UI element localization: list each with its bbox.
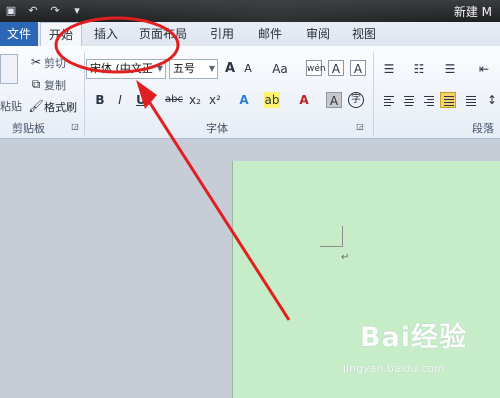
character-border-icon[interactable]: A xyxy=(328,60,344,76)
blurred-region xyxy=(90,0,460,22)
baidu-watermark-logo: Bai经验 xyxy=(360,322,468,353)
multilevel-list-icon[interactable]: ☰ xyxy=(442,61,458,77)
paragraph-group-label: 段落 xyxy=(472,122,494,135)
enclose-characters-icon[interactable]: 字 xyxy=(348,92,364,108)
font-size-value: 五号 xyxy=(173,62,195,75)
distributed-icon[interactable] xyxy=(462,92,478,108)
save-icon[interactable]: ▣ xyxy=(4,4,18,18)
cut-button[interactable]: 剪切 xyxy=(44,55,66,71)
paragraph-mark: ↵ xyxy=(341,252,350,263)
font-group-label: 字体 xyxy=(206,122,228,135)
chevron-down-icon: ▼ xyxy=(208,64,215,73)
ribbon-tabs: 文件 开始 插入 页面布局 引用 邮件 审阅 视图 xyxy=(0,22,500,47)
undo-icon[interactable]: ↶ xyxy=(26,4,40,18)
italic-icon[interactable]: I xyxy=(112,92,128,108)
paste-icon[interactable] xyxy=(0,54,18,84)
bullets-icon[interactable]: ☰ xyxy=(381,61,397,77)
window-title: 新建 M xyxy=(453,5,492,19)
grow-font-icon[interactable]: A xyxy=(222,61,238,77)
superscript-icon[interactable]: x² xyxy=(207,92,223,108)
highlight-icon[interactable]: ab xyxy=(264,92,280,108)
redo-icon[interactable]: ↷ xyxy=(48,4,62,18)
margin-corner-marker xyxy=(320,226,343,247)
change-case-icon[interactable]: Aa xyxy=(270,61,290,77)
copy-icon: ⧉ xyxy=(31,77,41,91)
justify-icon[interactable] xyxy=(440,92,456,108)
clipboard-dialog-launcher-icon[interactable]: ◲ xyxy=(70,122,80,132)
title-bar: ▣ ↶ ↷ ▾ 新建 M xyxy=(0,0,500,22)
font-name-value: 宋体 (中文正 xyxy=(90,62,153,75)
quick-access-toolbar: ▣ ↶ ↷ ▾ xyxy=(0,0,84,22)
cut-icon: ✂ xyxy=(30,55,42,69)
tab-file[interactable]: 文件 xyxy=(0,22,38,46)
font-size-combo[interactable]: 五号 ▼ xyxy=(169,59,218,79)
paste-button[interactable]: 粘贴 xyxy=(0,98,22,114)
strikethrough-icon[interactable]: abc xyxy=(163,92,185,108)
character-shading-icon[interactable]: A xyxy=(326,92,342,108)
tab-home[interactable]: 开始 xyxy=(40,22,82,46)
line-spacing-icon[interactable]: ↕ xyxy=(484,92,500,108)
underline-icon[interactable]: U xyxy=(133,92,149,108)
tab-insert[interactable]: 插入 xyxy=(86,22,126,46)
tab-page-layout[interactable]: 页面布局 xyxy=(134,22,192,46)
ribbon: 粘贴 ✂ 剪切 ⧉ 复制 🖌 格式刷 剪贴板 ◲ 宋体 (中文正 ▼ 五号 ▼ … xyxy=(0,46,500,139)
font-name-combo[interactable]: 宋体 (中文正 ▼ xyxy=(86,59,166,79)
tab-references[interactable]: 引用 xyxy=(202,22,242,46)
tab-mailings[interactable]: 邮件 xyxy=(250,22,290,46)
customize-qat-icon[interactable]: ▾ xyxy=(70,4,84,18)
baidu-watermark-url: jingyan.baidu.com xyxy=(343,362,445,375)
phonetic-guide-icon[interactable]: wén xyxy=(306,60,326,76)
subscript-icon[interactable]: x₂ xyxy=(187,92,203,108)
tab-view[interactable]: 视图 xyxy=(344,22,384,46)
font-color-icon[interactable]: A xyxy=(296,92,312,108)
align-center-icon[interactable] xyxy=(400,92,416,108)
align-right-icon[interactable] xyxy=(420,92,436,108)
text-box-icon[interactable]: A xyxy=(350,60,366,76)
bold-icon[interactable]: B xyxy=(92,92,108,108)
numbering-icon[interactable]: ☷ xyxy=(411,61,427,77)
group-separator xyxy=(373,52,374,136)
format-painter-button[interactable]: 格式刷 xyxy=(44,99,77,115)
format-painter-icon: 🖌 xyxy=(28,99,44,113)
font-dialog-launcher-icon[interactable]: ◲ xyxy=(355,122,365,132)
tab-review[interactable]: 审阅 xyxy=(298,22,338,46)
copy-button[interactable]: 复制 xyxy=(44,77,66,93)
text-effects-icon[interactable]: A xyxy=(236,92,252,108)
align-left-icon[interactable] xyxy=(380,92,396,108)
group-separator xyxy=(84,52,85,136)
decrease-indent-icon[interactable]: ⇤ xyxy=(476,61,492,77)
shrink-font-icon[interactable]: A xyxy=(240,61,256,77)
clipboard-group-label: 剪贴板 xyxy=(12,122,45,135)
chevron-down-icon: ▼ xyxy=(156,64,163,73)
